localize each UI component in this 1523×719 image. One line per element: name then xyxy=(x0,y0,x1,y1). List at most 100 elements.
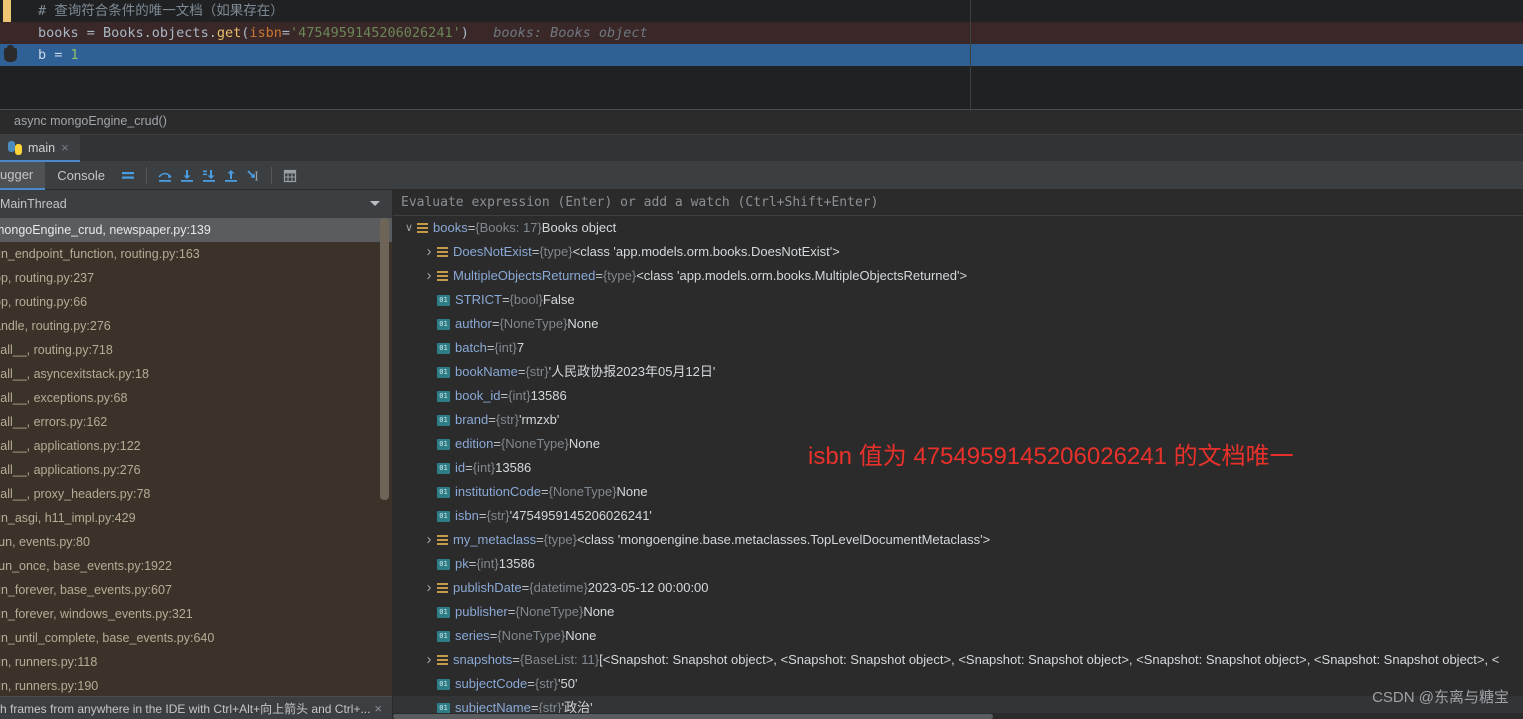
variable-type: {datetime} xyxy=(529,580,588,595)
variable-row[interactable]: DoesNotExist = {type} <class 'app.models… xyxy=(393,240,1523,264)
show-execution-point-icon[interactable] xyxy=(117,162,139,190)
code-line-executed[interactable]: books = Books.objects.get(isbn='47549591… xyxy=(0,22,1523,44)
variable-row[interactable]: 01 book_id = {int} 13586 xyxy=(393,384,1523,408)
expand-closed-icon[interactable] xyxy=(421,528,437,553)
expand-closed-icon[interactable] xyxy=(421,576,437,601)
variable-equals: = xyxy=(500,388,509,403)
evaluate-expression-input[interactable]: Evaluate expression (Enter) or add a wat… xyxy=(393,190,1523,216)
code-editor[interactable]: # 查询符合条件的唯一文档（如果存在） books = Books.object… xyxy=(0,0,1523,110)
variable-row[interactable]: 01 publisher = {NoneType} None xyxy=(393,600,1523,624)
variable-type: {type} xyxy=(602,268,637,283)
expand-open-icon[interactable] xyxy=(401,216,417,240)
variable-equals: = xyxy=(493,436,501,451)
frame-item[interactable]: un_asgi, h11_impl.py:429 xyxy=(0,506,392,530)
variable-row[interactable]: 01 brand = {str} 'rmzxb' xyxy=(393,408,1523,432)
frame-item[interactable]: un_endpoint_function, routing.py:163 xyxy=(0,242,392,266)
notification-bar[interactable]: ch frames from anywhere in the IDE with … xyxy=(0,696,392,719)
python-icon xyxy=(8,140,22,155)
force-step-into-icon[interactable] xyxy=(198,162,220,190)
primitive-variable-icon: 01 xyxy=(437,318,450,330)
frame-item[interactable]: call__, errors.py:162 xyxy=(0,410,392,434)
code-line-comment[interactable]: # 查询符合条件的唯一文档（如果存在） xyxy=(0,0,1523,22)
frame-item[interactable]: un_forever, base_events.py:607 xyxy=(0,578,392,602)
expand-closed-icon[interactable] xyxy=(421,240,437,265)
variable-row[interactable]: 01 batch = {int} 7 xyxy=(393,336,1523,360)
variable-row[interactable]: 01 isbn = {str} '4754959145206026241' xyxy=(393,504,1523,528)
thread-selector[interactable]: MainThread xyxy=(0,190,392,218)
tab-console[interactable]: Console xyxy=(45,162,117,190)
primitive-variable-icon: 01 xyxy=(437,606,450,618)
close-icon[interactable]: × xyxy=(374,701,382,716)
frame-item[interactable]: call__, applications.py:276 xyxy=(0,458,392,482)
variable-name: STRICT xyxy=(455,292,502,307)
frames-scrollbar[interactable] xyxy=(380,218,389,500)
frame-item[interactable]: un, runners.py:118 xyxy=(0,650,392,674)
run-tab-main[interactable]: main × xyxy=(0,135,80,162)
code-statement-current: b = 1 xyxy=(38,44,79,66)
chevron-down-icon[interactable] xyxy=(370,201,380,206)
frames-panel[interactable]: MainThread mongoEngine_crud, newspaper.p… xyxy=(0,190,392,719)
variable-value: 13586 xyxy=(495,460,532,475)
frame-item[interactable]: mongoEngine_crud, newspaper.py:139 xyxy=(0,218,392,242)
variable-row[interactable]: 01 institutionCode = {NoneType} None xyxy=(393,480,1523,504)
variable-row[interactable]: 01 pk = {int} 13586 xyxy=(393,552,1523,576)
frame-item[interactable]: call__, exceptions.py:68 xyxy=(0,386,392,410)
variable-row[interactable]: publishDate = {datetime} 2023-05-12 00:0… xyxy=(393,576,1523,600)
code-string-literal: '4754959145206026241' xyxy=(290,25,461,41)
code-line-blank[interactable] xyxy=(0,66,1523,88)
toolbar-divider-1 xyxy=(145,167,147,184)
ide-debugger-window: # 查询符合条件的唯一文档（如果存在） books = Books.object… xyxy=(0,0,1523,719)
frame-item[interactable]: un_forever, windows_events.py:321 xyxy=(0,602,392,626)
variable-row[interactable]: snapshots = {BaseList: 11} [<Snapshot: S… xyxy=(393,648,1523,672)
primitive-variable-icon: 01 xyxy=(437,342,450,354)
variable-equals: = xyxy=(595,268,603,283)
variable-row[interactable]: MultipleObjectsReturned = {type} <class … xyxy=(393,264,1523,288)
expand-closed-icon[interactable] xyxy=(421,648,437,673)
frame-item[interactable]: call__, asyncexitstack.py:18 xyxy=(0,362,392,386)
frame-item[interactable]: run, events.py:80 xyxy=(0,530,392,554)
frame-item[interactable]: un_until_complete, base_events.py:640 xyxy=(0,626,392,650)
run-to-cursor-icon[interactable] xyxy=(242,162,264,190)
frame-item[interactable]: andle, routing.py:276 xyxy=(0,314,392,338)
step-out-icon[interactable] xyxy=(220,162,242,190)
code-assign-op: = xyxy=(78,25,104,41)
run-tab-label: main xyxy=(28,140,56,155)
variable-value: None xyxy=(565,628,597,643)
variable-row[interactable]: 01 bookName = {str} '人民政协报2023年05月12日' xyxy=(393,360,1523,384)
variables-horizontal-scrollbar[interactable] xyxy=(393,713,1523,719)
variable-equals: = xyxy=(541,484,549,499)
breadcrumb[interactable]: async mongoEngine_crud() xyxy=(0,110,1523,135)
close-icon[interactable]: × xyxy=(61,140,69,155)
variable-type: {str} xyxy=(486,508,510,523)
variable-name: bookName xyxy=(455,364,518,379)
step-over-icon[interactable] xyxy=(154,162,176,190)
step-into-icon[interactable] xyxy=(176,162,198,190)
frame-item[interactable]: pp, routing.py:237 xyxy=(0,266,392,290)
primitive-variable-icon: 01 xyxy=(437,438,450,450)
frame-item[interactable]: call__, routing.py:718 xyxy=(0,338,392,362)
frame-item[interactable]: call__, applications.py:122 xyxy=(0,434,392,458)
variable-row[interactable]: books = {Books: 17} Books object xyxy=(393,216,1523,240)
evaluate-expression-icon[interactable] xyxy=(279,162,301,190)
variable-row[interactable]: 01 subjectCode = {str} '50' xyxy=(393,672,1523,696)
tab-debugger[interactable]: ugger xyxy=(0,161,46,190)
frame-list[interactable]: mongoEngine_crud, newspaper.py:139 un_end… xyxy=(0,218,392,696)
variable-row[interactable]: my_metaclass = {type} <class 'mongoengin… xyxy=(393,528,1523,552)
variable-name: books xyxy=(433,220,468,235)
frame-item[interactable]: pp, routing.py:66 xyxy=(0,290,392,314)
variable-type: {str} xyxy=(525,364,549,379)
expand-closed-icon[interactable] xyxy=(421,264,437,289)
variable-row[interactable]: 01 author = {NoneType} None xyxy=(393,312,1523,336)
variable-row[interactable]: 01 STRICT = {bool} False xyxy=(393,288,1523,312)
frame-item[interactable]: run_once, base_events.py:1922 xyxy=(0,554,392,578)
toolbar-divider-2 xyxy=(270,167,272,184)
variable-type: {int} xyxy=(476,556,499,571)
variable-row[interactable]: 01 series = {NoneType} None xyxy=(393,624,1523,648)
frame-item[interactable]: un, runners.py:190 xyxy=(0,674,392,698)
code-keyword-arg: isbn xyxy=(249,25,282,41)
primitive-variable-icon: 01 xyxy=(437,702,450,714)
variable-equals: = xyxy=(486,340,495,355)
frame-item[interactable]: call__, proxy_headers.py:78 xyxy=(0,482,392,506)
breakpoint-marker-icon[interactable] xyxy=(4,45,17,62)
code-line-current-execution[interactable]: b = 1 xyxy=(0,44,1523,66)
